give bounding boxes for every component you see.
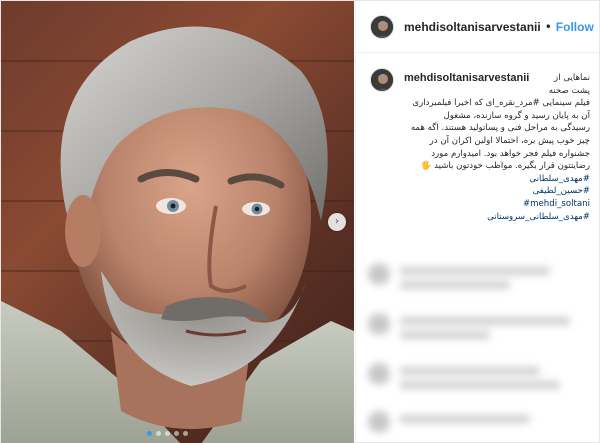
portrait-illustration xyxy=(1,26,354,443)
caption-line-5: رسیدگی به مراحل فنی و پساتولید هستند. اگ… xyxy=(410,123,590,134)
post-username[interactable]: mehdisoltanisarvestanii xyxy=(404,20,541,34)
follow-button[interactable]: Follow xyxy=(556,20,594,34)
caption-line-3: فیلم سینمایی #مرد_نقره_ای که اخیرا فیلمب… xyxy=(412,98,590,109)
caption-text: نماهایی از پشت صحنه فیلم سینمایی #مرد_نق… xyxy=(404,72,590,223)
carousel-dot-2 xyxy=(156,431,161,436)
chevron-right-icon: › xyxy=(335,216,339,227)
avatar[interactable] xyxy=(370,68,394,92)
profile-photo-icon xyxy=(371,15,393,38)
blurred-comments xyxy=(356,251,600,443)
blurred-text xyxy=(400,317,570,325)
caption-line-8: رضایتتون قرار بگیره. مواظب خودتون باشید … xyxy=(420,161,590,172)
post-photo[interactable]: › xyxy=(1,1,354,443)
caption-line-2: پشت صحنه xyxy=(548,85,590,96)
blurred-text xyxy=(400,381,560,389)
caption-line-4: آن به پایان رسید و گروه سازنده، مشغول xyxy=(443,110,591,121)
separator-dot: • xyxy=(544,19,552,34)
caption-line-1: نماهایی از xyxy=(554,73,590,83)
blurred-text xyxy=(400,415,530,423)
avatar[interactable] xyxy=(370,14,394,39)
carousel-next-button[interactable]: › xyxy=(328,213,346,231)
post-side-panel: mehdisoltanisarvestanii • Follow mehdiso… xyxy=(355,1,600,443)
blurred-text xyxy=(400,331,490,339)
profile-photo-icon xyxy=(371,69,393,91)
blurred-comments-content xyxy=(356,251,600,443)
carousel-dot-3 xyxy=(165,431,170,436)
hashtag-link[interactable]: #حسین_لطیفی xyxy=(404,185,590,198)
blurred-text xyxy=(400,267,550,275)
carousel-dot-5 xyxy=(183,431,188,436)
blurred-text xyxy=(400,367,540,375)
post-header: mehdisoltanisarvestanii • Follow xyxy=(356,1,600,53)
blurred-avatar xyxy=(368,411,390,433)
carousel-dot-4 xyxy=(174,431,179,436)
carousel-dot-1 xyxy=(147,431,152,436)
caption-line-7: جشنواره فیلم فجر خواهد بود. امیدوارم مور… xyxy=(431,148,590,159)
instagram-post: › mehdisoltanisarvestanii • Follow mehdi… xyxy=(0,0,600,443)
blurred-text xyxy=(400,281,510,289)
hashtag-link[interactable]: #مهدی_سلطانی xyxy=(404,173,590,186)
hashtag-link[interactable]: #mehdi_soltani xyxy=(404,198,590,211)
blurred-avatar xyxy=(368,263,390,285)
blurred-avatar xyxy=(368,363,390,385)
caption-line-6: چیز خوب پیش بره، احتمالا اولین اکران آن … xyxy=(429,135,590,146)
hashtag-link[interactable]: #مهدی_سلطانی_سروستانی xyxy=(404,211,590,224)
carousel-indicator xyxy=(147,431,188,436)
blurred-avatar xyxy=(368,313,390,335)
